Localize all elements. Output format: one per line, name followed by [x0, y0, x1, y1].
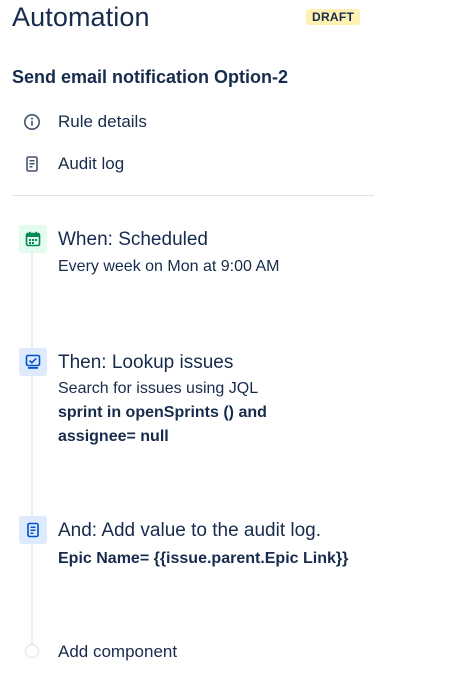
document-icon — [22, 154, 42, 174]
status-badge: DRAFT — [306, 9, 361, 25]
timeline-connector — [31, 226, 33, 644]
step-title: When: Scheduled — [58, 229, 208, 250]
add-component-button[interactable]: Add component — [58, 642, 177, 662]
audit-log-link[interactable]: Audit log — [22, 152, 124, 176]
step-subtitle: Search for issues using JQL — [58, 380, 259, 397]
rule-details-link[interactable]: Rule details — [22, 110, 147, 134]
info-icon — [22, 112, 42, 132]
audit-log-label: Audit log — [58, 154, 125, 173]
lookup-issues-icon — [19, 348, 47, 376]
rule-name: Send email notification Option-2 — [12, 67, 289, 87]
step-subtitle: Every week on Mon at 9:00 AM — [58, 258, 280, 275]
audit-log-icon — [19, 516, 47, 544]
jql-query-line-2: assignee= null — [58, 428, 169, 445]
add-component-dot[interactable] — [25, 644, 39, 658]
page-title: Automation — [12, 2, 150, 32]
step-title: Then: Lookup issues — [58, 352, 234, 373]
divider — [12, 195, 374, 196]
audit-log-value: Epic Name= {{issue.parent.Epic Link}} — [58, 550, 349, 567]
step-title: And: Add value to the audit log. — [58, 520, 322, 541]
rule-details-label: Rule details — [58, 112, 147, 131]
jql-query-line-1: sprint in openSprints () and — [58, 404, 267, 421]
calendar-icon — [19, 225, 47, 253]
